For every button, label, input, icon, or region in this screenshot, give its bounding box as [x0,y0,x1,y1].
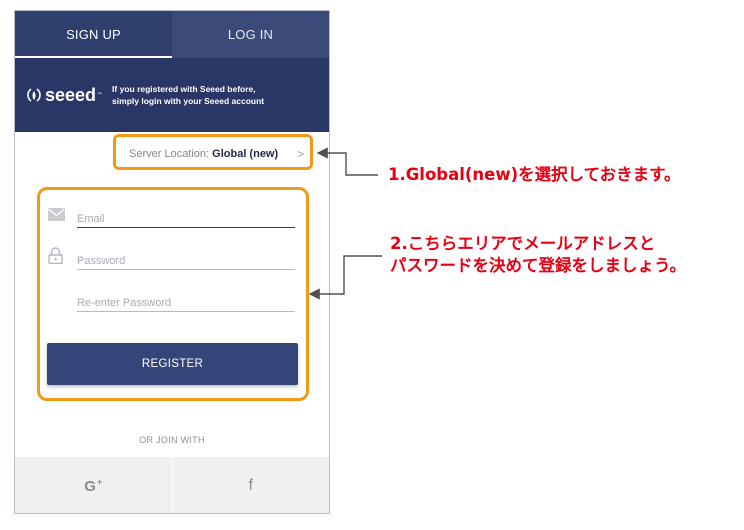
annotation-step-2-line1: 2.こちらエリアでメールアドレスと [390,234,656,253]
connector-arrow-1 [316,147,378,176]
annotation-step-2-line2: パスワードを決めて登録をしましょう。 [390,256,687,275]
connector-arrow-2 [308,255,382,300]
annotation-step-2: 2.こちらエリアでメールアドレスと パスワードを決めて登録をしましょう。 [390,233,686,277]
annotation-step-1: 1.Global(new)を選択しておきます。 [388,165,681,184]
